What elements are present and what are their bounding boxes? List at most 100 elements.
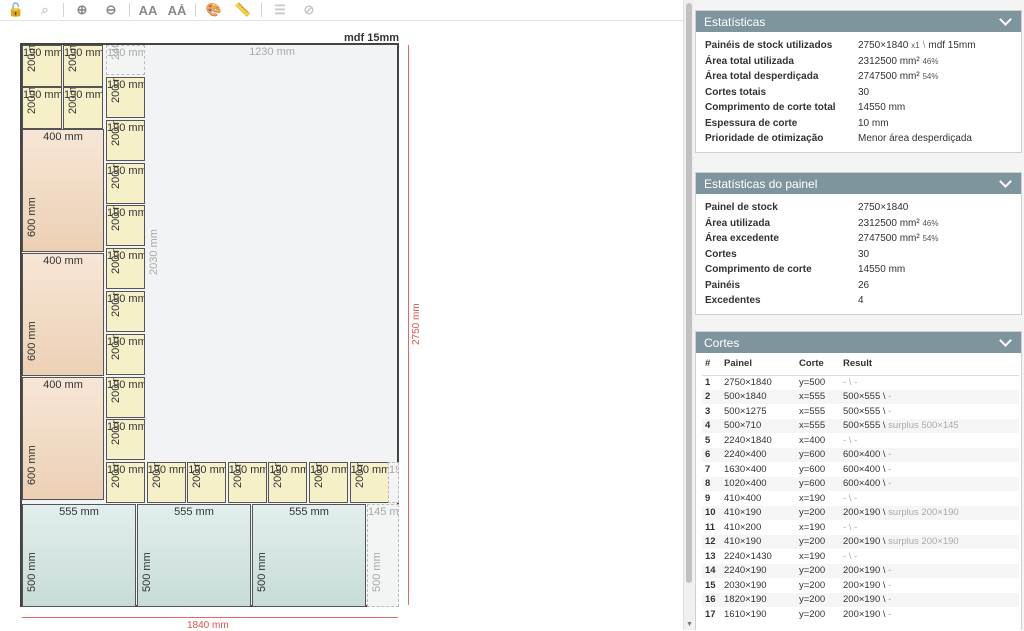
stats-panel-header[interactable]: Estatísticas: [696, 11, 1021, 32]
cut-piece[interactable]: 555 mm 500 mm: [252, 504, 366, 607]
cuts-header-num: #: [702, 353, 724, 376]
viewer-scrollbar[interactable]: ▼: [683, 0, 694, 630]
chevron-down-icon[interactable]: [999, 174, 1012, 188]
table-row[interactable]: 4 500×710 x=555 500×555 \ surplus 500×145: [702, 418, 1019, 433]
cut-piece[interactable]: 190 mm200 mm: [22, 45, 62, 87]
table-row[interactable]: 16 1820×190 y=200 200×190 \ -: [702, 592, 1019, 607]
panel-stats-body: Painel de stock 2750×1840 Área utilizada 23…: [696, 194, 1021, 314]
stats-value: 2747500 mm² 54%: [858, 71, 939, 83]
palette-icon[interactable]: 🎨: [203, 0, 225, 20]
table-row[interactable]: 13 2240×1430 x=190 - \ -: [702, 549, 1019, 564]
cut-piece[interactable]: 190 mm200 mm: [187, 462, 227, 503]
zoom-out-icon[interactable]: ⊖: [100, 0, 122, 20]
cut-piece[interactable]: 190 mm200 mm: [106, 119, 145, 161]
cut-panel: 2240×190: [724, 563, 799, 578]
piece-height-label: 200 mm: [231, 462, 244, 488]
cut-result-surplus: surplus 200×190: [888, 507, 959, 519]
cut-piece[interactable]: 145 mm 500 mm: [367, 504, 399, 607]
cuts-header-panel: Painel: [724, 353, 799, 376]
list-icon[interactable]: ☰: [269, 0, 291, 20]
table-row[interactable]: 2 500×1840 x=555 500×555 \ -: [702, 389, 1019, 404]
cut-number: 13: [705, 550, 716, 562]
table-row[interactable]: 7 1630×400 y=600 600×400 \ -: [702, 462, 1019, 477]
cut-panel: 1610×190: [724, 608, 767, 620]
table-row[interactable]: 12 410×190 y=200 200×190 \ surplus 200×190: [702, 534, 1019, 549]
cut-piece[interactable]: 190 mm200 mm: [63, 87, 103, 129]
table-row[interactable]: 9 410×400 x=190 - \ -: [702, 491, 1019, 506]
panel-stats-panel: Estatísticas do painel Painel de stock 27…: [695, 172, 1022, 315]
panel-stats-row: Painéis 26: [696, 278, 1021, 294]
cut-result-piece: 600×400 \: [843, 449, 889, 461]
font-decrease-icon[interactable]: AȦ: [166, 0, 188, 20]
cut-piece[interactable]: 190 mm200 mm: [106, 77, 145, 118]
stats-value: Menor área desperdiçada: [858, 133, 972, 145]
cut-piece[interactable]: 555 mm 500 mm: [22, 504, 136, 607]
stats-value-detail: x1: [911, 41, 920, 51]
cuts-panel-header[interactable]: Cortes: [696, 332, 1021, 353]
font-increase-icon[interactable]: AA: [137, 0, 159, 20]
panel-stats-value-detail: 46%: [922, 218, 939, 228]
chevron-down-icon[interactable]: [999, 12, 1012, 26]
piece-height-label: 200 mm: [191, 462, 204, 488]
stock-sheet[interactable]: 190 mm 200 mm 190 mm 200 mm 190 mm 200 mm 190 …: [20, 43, 399, 607]
stats-value-detail: 46%: [922, 56, 939, 66]
cut-panel: 1020×400: [724, 476, 799, 491]
cut-result-surplus: - \ -: [843, 434, 858, 446]
table-row[interactable]: 6 2240×400 y=600 600×400 \ -: [702, 447, 1019, 462]
search-icon[interactable]: ⌕: [34, 0, 56, 20]
cut-piece[interactable]: 400 mm 600 mm: [22, 253, 104, 376]
cut-result-surplus: -: [888, 565, 892, 577]
cut-piece[interactable]: 400 mm 600 mm: [22, 377, 104, 500]
table-row[interactable]: 10 410×190 y=200 200×190 \ surplus 200×190: [702, 505, 1019, 520]
cut-position: y=200: [799, 534, 843, 549]
cut-number: 2: [702, 389, 724, 404]
table-row[interactable]: 14 2240×190 y=200 200×190 \ -: [702, 563, 1019, 578]
table-row[interactable]: 3 500×1275 x=555 500×555 \ -: [702, 404, 1019, 419]
cut-number: 17: [705, 608, 716, 620]
table-row[interactable]: 17 1610×190 y=200 200×190 \ -: [702, 607, 1019, 622]
table-row[interactable]: 11 410×200 x=190 - \ -: [702, 520, 1019, 535]
cut-result: - \ -: [843, 491, 1019, 506]
table-row[interactable]: 5 2240×1840 x=400 - \ -: [702, 433, 1019, 448]
cut-piece[interactable]: 555 mm 500 mm: [137, 504, 251, 607]
zoom-in-icon[interactable]: ⊕: [71, 0, 93, 20]
toolbar-separator: [261, 3, 262, 17]
table-row[interactable]: 1 2750×1840 y=500 - \ -: [702, 375, 1019, 390]
lock-icon[interactable]: 🔓: [5, 0, 27, 20]
cut-piece[interactable]: 190 mm200 mm: [146, 462, 186, 503]
stats-sidebar: Estatísticas Painéis de stock utilizados…: [694, 0, 1024, 630]
panel-stats-title: Estatísticas do painel: [704, 176, 818, 191]
piece-height-label: 200 mm: [353, 462, 366, 488]
cut-result-surplus: -: [888, 608, 892, 620]
cut-piece[interactable]: 190 mm200 mm: [106, 205, 145, 247]
table-row[interactable]: 15 2030×190 y=200 200×190 \ -: [702, 578, 1019, 593]
cut-result-surplus: -: [888, 463, 892, 475]
cut-piece[interactable]: 190 mm200 mm: [106, 462, 145, 503]
cut-piece[interactable]: 190 mm200 mm: [106, 248, 145, 290]
cut-position: x=555: [799, 405, 826, 417]
cut-piece[interactable]: 190 mm200 mm: [22, 87, 62, 129]
cut-piece[interactable]: 190 mm200 mm: [106, 376, 145, 418]
cut-piece[interactable]: 190 mm200 mm: [106, 333, 145, 375]
cut-piece[interactable]: 190 mm200 mm: [106, 419, 145, 461]
surplus-width-label: 1230 mm: [249, 46, 295, 58]
chevron-down-icon[interactable]: [999, 333, 1012, 347]
scroll-down-arrow-icon[interactable]: ▼: [686, 621, 693, 628]
cut-piece[interactable]: 190 mm200 mm: [63, 45, 103, 87]
scrollbar-thumb[interactable]: [686, 3, 692, 583]
piece-width-label: 145 mm: [368, 506, 399, 518]
cut-piece[interactable]: 190 mm200 mm: [309, 462, 348, 503]
cut-piece[interactable]: 190 mm200 mm: [106, 162, 145, 204]
cut-piece[interactable]: 190 mm: [388, 462, 399, 503]
panel-stats-header[interactable]: Estatísticas do painel: [696, 173, 1021, 194]
table-row[interactable]: 8 1020×400 y=600 600×400 \ -: [702, 476, 1019, 491]
cut-piece[interactable]: 190 mm200 mm: [227, 462, 267, 503]
cut-piece[interactable]: 190 mm200 mm: [349, 462, 389, 503]
cut-piece[interactable]: 190 mm200 mm: [106, 291, 145, 332]
cut-piece[interactable]: 400 mm 600 mm: [22, 129, 104, 252]
no-labels-icon[interactable]: ⊘: [298, 0, 320, 20]
panel-stats-value: 2747500 mm² 54%: [858, 233, 939, 245]
ruler-icon[interactable]: 📏: [232, 0, 254, 20]
cut-piece[interactable]: 190 mm240 mm: [106, 45, 145, 75]
cut-piece[interactable]: 190 mm200 mm: [268, 462, 308, 503]
